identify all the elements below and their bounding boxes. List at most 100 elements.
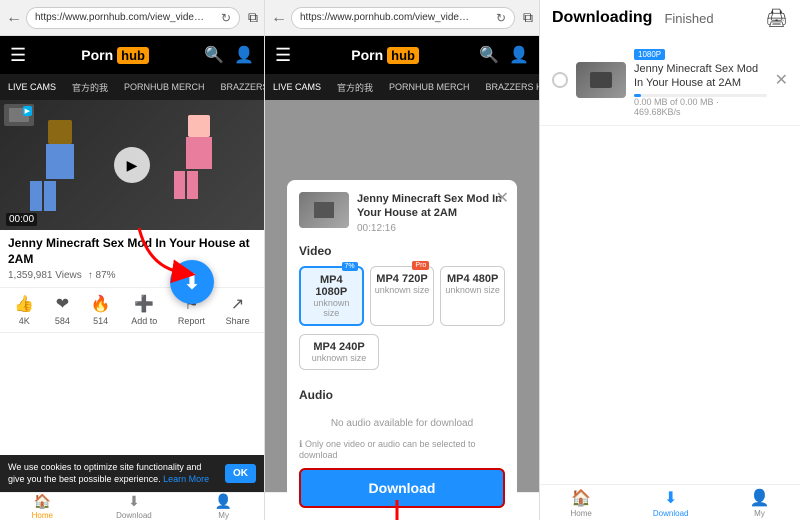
panel-1: ← https://www.pornhub.com/view_video.php… xyxy=(0,0,265,520)
nav-brazzers-2[interactable]: BRAZZERS HD xyxy=(478,74,539,100)
modal-title-area: Jenny Minecraft Sex Mod In Your House at… xyxy=(357,192,505,234)
modal-thumb xyxy=(299,192,349,228)
menu-icon-1[interactable]: ☰ xyxy=(10,45,26,66)
p3-download-label: Download xyxy=(653,509,689,518)
heart-icon-1: ❤ xyxy=(56,294,69,314)
bottom-nav-home-1[interactable]: 🏠 Home xyxy=(32,493,53,520)
heart-count-1: 584 xyxy=(55,316,70,326)
small-thumbnail-1: ▶ xyxy=(4,104,34,126)
play-button-1[interactable]: ▶ xyxy=(114,147,150,183)
address-bar-2: ← https://www.pornhub.com/view_video.php… xyxy=(265,0,539,36)
like-icon-1: 👍 xyxy=(14,294,34,314)
video-duration-1: 00:00 xyxy=(6,213,37,226)
video-area-1[interactable]: ▶ ▶ 00:00 xyxy=(0,100,264,230)
download-notice: ℹ Only one video or audio can be selecte… xyxy=(299,439,505,460)
download-item-info: 1080P Jenny Minecraft Sex Mod In Your Ho… xyxy=(634,44,767,117)
add-label-1: Add to xyxy=(131,316,157,326)
action-bar-1: 👍 4K ❤ 584 🔥 514 ➕ Add to ⚑ Report ↗ Sha… xyxy=(0,287,264,333)
nav-live-cams-1[interactable]: LIVE CAMS xyxy=(0,74,64,100)
action-fire-1[interactable]: 🔥 514 xyxy=(91,294,111,326)
nav-live-cams-2[interactable]: LIVE CAMS xyxy=(265,74,329,100)
panel3-bottom-nav: 🏠 Home ⬇ Download 👤 My xyxy=(540,484,800,520)
nav-brazzers-1[interactable]: BRAZZERS HD xyxy=(213,74,264,100)
video-views-1: 1,359,981 Views xyxy=(8,270,82,281)
bottom-nav-1: 🏠 Home ⬇ Download 👤 My xyxy=(0,492,264,520)
nav-official-1[interactable]: 官方的我 xyxy=(64,74,116,100)
printer-icon[interactable]: 🖨 xyxy=(765,8,788,29)
search-icon-1[interactable]: 🔍 xyxy=(204,45,224,65)
download-item-close-btn[interactable]: ✕ xyxy=(775,70,788,90)
quality-720p[interactable]: Pro MP4 720P unknown size xyxy=(370,266,435,326)
cookie-link-1[interactable]: Learn More xyxy=(163,474,209,484)
ph-nav-2: LIVE CAMS 官方的我 PORNHUB MERCH BRAZZERS HD xyxy=(265,74,539,100)
quality-480p[interactable]: MP4 480P unknown size xyxy=(440,266,505,326)
back-button-1[interactable]: ← xyxy=(6,9,22,27)
share-label-1: Share xyxy=(226,316,250,326)
address-bar-1: ← https://www.pornhub.com/view_video.php… xyxy=(0,0,264,36)
download-circle-btn-1[interactable]: ⬇ xyxy=(170,260,214,304)
download-circle-overlay[interactable]: ⬇ xyxy=(170,260,214,304)
quality-grid: 7% MP4 1080P unknown size Pro MP4 720P u… xyxy=(299,266,505,326)
download-progress-text: 0.00 MB of 0.00 MB · 469.68KB/s xyxy=(634,97,767,117)
modal-close-btn[interactable]: ✕ xyxy=(496,188,509,208)
menu-icon-2[interactable]: ☰ xyxy=(275,45,291,66)
tab-switcher-1[interactable]: ⧉ xyxy=(248,9,258,26)
back-button-2[interactable]: ← xyxy=(271,9,287,27)
add-icon-1: ➕ xyxy=(134,294,154,314)
quality-720p-badge: Pro xyxy=(412,261,429,270)
p3-home-icon: 🏠 xyxy=(571,488,591,508)
nav-merch-2[interactable]: PORNHUB MERCH xyxy=(381,74,478,100)
quality-1080p[interactable]: 7% MP4 1080P unknown size xyxy=(299,266,364,326)
panel-2: ← https://www.pornhub.com/view_video.php… xyxy=(265,0,540,520)
no-audio-text: No audio available for download xyxy=(299,408,505,439)
bottom-nav-my-label-1: My xyxy=(218,511,229,520)
action-share-1[interactable]: ↗ Share xyxy=(226,294,250,326)
user-icon-1[interactable]: 👤 xyxy=(234,45,254,65)
nav-merch-1[interactable]: PORNHUB MERCH xyxy=(116,74,213,100)
cookie-ok-btn-1[interactable]: OK xyxy=(225,464,256,483)
user-icon-2[interactable]: 👤 xyxy=(509,45,529,65)
reload-icon-1[interactable]: ↻ xyxy=(221,11,231,25)
p3-nav-download[interactable]: ⬇ Download xyxy=(653,488,689,518)
quality-240p-size: unknown size xyxy=(308,353,370,363)
share-icon-1: ↗ xyxy=(231,294,244,314)
p3-nav-home[interactable]: 🏠 Home xyxy=(571,488,592,518)
quality-240p[interactable]: MP4 240P unknown size xyxy=(299,334,379,370)
search-icon-2[interactable]: 🔍 xyxy=(479,45,499,65)
bottom-nav-home-label-1: Home xyxy=(32,511,53,520)
video-title-1: Jenny Minecraft Sex Mod In Your House at… xyxy=(8,236,256,267)
reload-icon-2[interactable]: ↻ xyxy=(496,11,506,25)
quality-240p-label: MP4 240P xyxy=(308,341,370,353)
url-box-1[interactable]: https://www.pornhub.com/view_video.php?v… xyxy=(26,7,240,29)
download-btn[interactable]: Download xyxy=(299,468,505,508)
ph-nav-1: LIVE CAMS 官方的我 PORNHUB MERCH BRAZZERS HD xyxy=(0,74,264,100)
finished-label: Finished xyxy=(664,11,713,26)
quality-720p-label: MP4 720P xyxy=(375,273,430,285)
fire-count-1: 514 xyxy=(93,316,108,326)
ph-logo-2: Pornhub xyxy=(351,47,419,64)
p3-my-label: My xyxy=(754,509,765,518)
notice-icon: ℹ xyxy=(299,439,302,449)
download-item-radio[interactable] xyxy=(552,72,568,88)
action-add-1[interactable]: ➕ Add to xyxy=(131,294,157,326)
logo-porn-2: Porn xyxy=(351,47,383,63)
download-modal: ✕ Jenny Minecraft Sex Mod In Your House … xyxy=(287,180,517,520)
download-badge: 1080P xyxy=(634,49,665,60)
action-heart-1[interactable]: ❤ 584 xyxy=(55,294,70,326)
ph-header-1: ☰ Pornhub 🔍 👤 xyxy=(0,36,264,74)
url-text-1: https://www.pornhub.com/view_video.php?v… xyxy=(35,12,205,23)
p3-nav-my[interactable]: 👤 My xyxy=(750,488,770,518)
modal-overlay-2: ✕ Jenny Minecraft Sex Mod In Your House … xyxy=(265,100,539,492)
url-box-2[interactable]: https://www.pornhub.com/view_video.php?v… xyxy=(291,7,515,29)
panel3-header: Downloading Finished 🖨 xyxy=(540,0,800,36)
tab-switcher-2[interactable]: ⧉ xyxy=(523,9,533,26)
modal-video-section: Video xyxy=(299,244,505,258)
quality-1080p-size: unknown size xyxy=(305,298,358,318)
nav-official-2[interactable]: 官方的我 xyxy=(329,74,381,100)
home-icon-1: 🏠 xyxy=(34,493,51,510)
bottom-nav-my-1[interactable]: 👤 My xyxy=(215,493,232,520)
download-item-title: Jenny Minecraft Sex Mod In Your House at… xyxy=(634,62,767,91)
action-like-1[interactable]: 👍 4K xyxy=(14,294,34,326)
bottom-nav-download-1[interactable]: ⬇ Download xyxy=(116,493,152,520)
video-stats-1: 1,359,981 Views ↑ 87% xyxy=(8,270,256,281)
